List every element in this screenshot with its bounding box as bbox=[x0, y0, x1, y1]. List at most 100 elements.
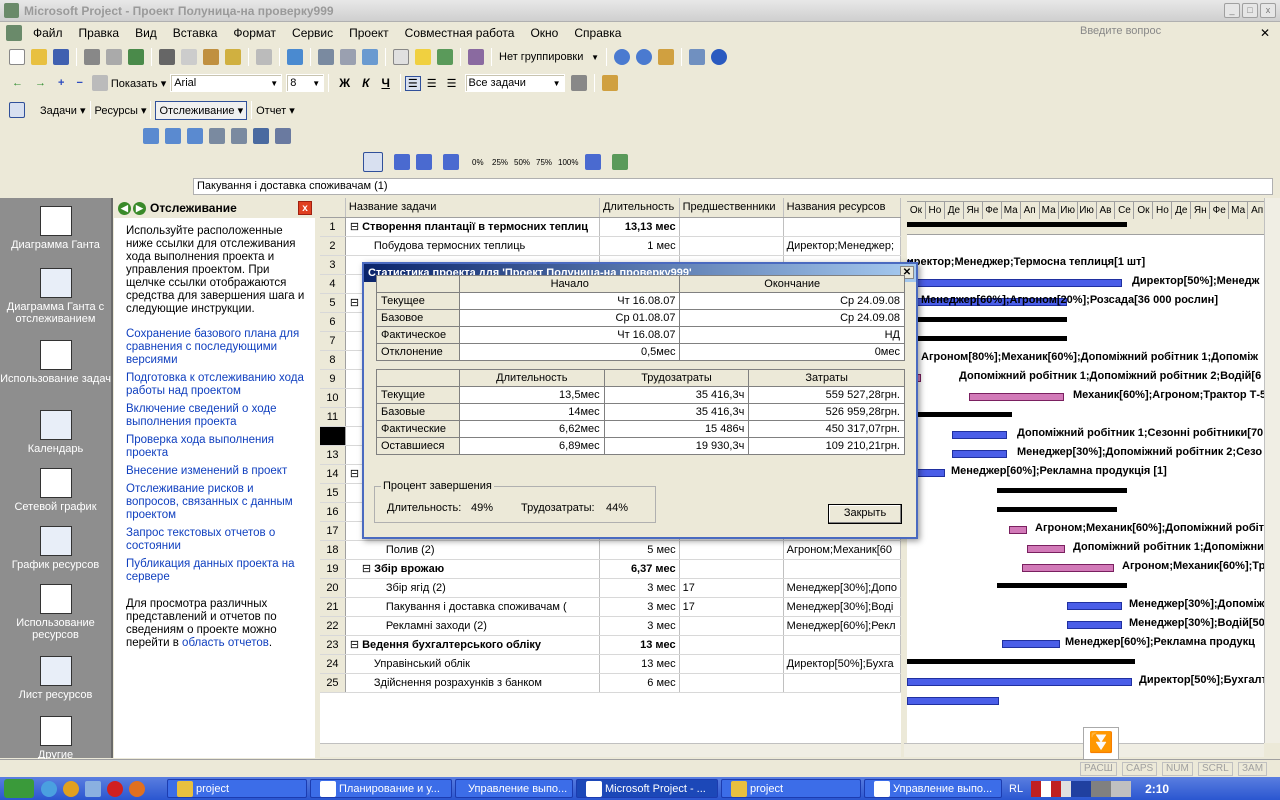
entry-field[interactable]: Пакування і доставка споживачам (1) bbox=[193, 178, 1273, 195]
row-number[interactable]: 13 bbox=[320, 445, 346, 465]
goto-task-icon[interactable] bbox=[658, 49, 674, 65]
tb-icon-e[interactable] bbox=[231, 128, 247, 144]
spell-icon[interactable] bbox=[128, 49, 144, 65]
progress-lines-icon[interactable] bbox=[443, 154, 459, 170]
task-name-cell[interactable]: Пакування і доставка споживачам ( bbox=[345, 597, 600, 617]
new-icon[interactable] bbox=[9, 49, 25, 65]
resources-menu[interactable]: Ресурсы ▾ bbox=[95, 104, 147, 117]
pane-link-7[interactable]: Публикация данных проекта на сервере bbox=[114, 558, 315, 584]
language-indicator[interactable]: RL bbox=[1009, 783, 1023, 795]
row-number[interactable]: 8 bbox=[320, 350, 346, 370]
gantt-bar[interactable] bbox=[1067, 602, 1122, 610]
task-name-cell[interactable]: Управінський облік bbox=[345, 654, 600, 674]
format-painter-icon[interactable] bbox=[225, 49, 241, 65]
predecessors-cell[interactable] bbox=[679, 635, 784, 655]
duration-cell[interactable]: 5 мес bbox=[599, 540, 680, 560]
row-number[interactable]: 11 bbox=[320, 407, 346, 427]
align-left-button[interactable]: ☰ bbox=[404, 75, 421, 91]
gantt-bar[interactable] bbox=[1022, 564, 1114, 572]
task-name-cell[interactable]: Здійснення розрахунків з банком bbox=[345, 673, 600, 693]
font-size-dropdown[interactable]: 8 ▼ bbox=[286, 74, 325, 92]
col-predecessors[interactable]: Предшественники bbox=[679, 198, 784, 218]
row-number[interactable]: 9 bbox=[320, 369, 346, 389]
tb-icon-b[interactable] bbox=[165, 128, 181, 144]
menu-item-0[interactable]: Файл bbox=[25, 26, 71, 40]
task-name-cell[interactable]: Рекламні заходи (2) bbox=[345, 616, 600, 636]
menu-item-2[interactable]: Вид bbox=[127, 26, 165, 40]
assign-resources-icon[interactable] bbox=[437, 49, 453, 65]
quicklaunch-ie-icon[interactable] bbox=[41, 780, 57, 797]
predecessors-cell[interactable] bbox=[679, 559, 784, 579]
resources-cell[interactable]: Директор[50%];Бухга bbox=[783, 654, 901, 674]
scroll-to-task-icon[interactable]: ⏬ bbox=[1083, 727, 1119, 761]
arrow-right-icon[interactable]: → bbox=[35, 77, 46, 89]
table-row[interactable]: 19 ⊟ Збір врожаю 6,37 мес bbox=[320, 559, 901, 579]
cut-icon[interactable] bbox=[159, 49, 175, 65]
pane-link-0[interactable]: Сохранение базового плана для сравнения … bbox=[114, 328, 315, 367]
grid-hscroll[interactable] bbox=[320, 743, 901, 757]
table-row[interactable]: 25 Здійснення розрахунків з банком 6 мес bbox=[320, 673, 901, 693]
link-tasks-icon[interactable] bbox=[318, 49, 334, 65]
close-dialog-button[interactable]: Закрыть bbox=[828, 504, 902, 524]
report-menu[interactable]: Отчет ▾ bbox=[256, 104, 295, 117]
gantt-bar[interactable] bbox=[952, 450, 1007, 458]
row-number[interactable]: 15 bbox=[320, 483, 346, 503]
project-stats-icon[interactable] bbox=[363, 152, 383, 172]
duration-cell[interactable]: 13 мес bbox=[599, 654, 680, 674]
predecessors-cell[interactable]: 17 bbox=[679, 578, 784, 598]
resources-cell[interactable]: Менеджер[30%];Воді bbox=[783, 597, 901, 617]
pane-close-icon[interactable]: x bbox=[298, 201, 312, 215]
task-name-cell[interactable]: Полив (2) bbox=[345, 540, 600, 560]
col-name[interactable]: Название задачи bbox=[345, 198, 600, 218]
undo-icon[interactable] bbox=[256, 49, 272, 65]
menu-item-5[interactable]: Сервис bbox=[284, 26, 341, 40]
gantt-bar[interactable] bbox=[907, 279, 1122, 287]
view-0[interactable]: Диаграмма Ганта bbox=[0, 206, 111, 251]
collapse-toggle-icon[interactable]: ⊟ bbox=[362, 563, 371, 575]
update-tasks-icon[interactable] bbox=[585, 154, 601, 170]
forward-icon[interactable]: ▶ bbox=[133, 201, 146, 215]
pane-link-3[interactable]: Проверка хода выполнения проекта bbox=[114, 434, 315, 460]
pane-link-1[interactable]: Подготовка к отслеживанию хода работы на… bbox=[114, 372, 315, 398]
row-number[interactable]: 16 bbox=[320, 502, 346, 522]
zoom-out-icon[interactable] bbox=[636, 49, 652, 65]
taskbar-button[interactable]: project bbox=[167, 779, 307, 798]
row-number[interactable]: 3 bbox=[320, 255, 346, 275]
autofilter-icon[interactable] bbox=[570, 75, 587, 91]
taskbar-button[interactable]: Управление выпо... bbox=[455, 779, 573, 798]
duration-cell[interactable]: 6 мес bbox=[599, 673, 680, 693]
tb-icon-f[interactable] bbox=[253, 128, 269, 144]
show-guide-icon[interactable] bbox=[9, 102, 25, 118]
row-number[interactable]: 6 bbox=[320, 312, 346, 332]
resources-cell[interactable]: Агроном;Механик[60 bbox=[783, 540, 901, 560]
gantt-bar[interactable] bbox=[907, 412, 1012, 417]
col-duration[interactable]: Длительность bbox=[599, 198, 680, 218]
collapse-toggle-icon[interactable]: ⊟ bbox=[350, 221, 359, 233]
predecessors-cell[interactable] bbox=[679, 616, 784, 636]
menu-item-6[interactable]: Проект bbox=[341, 26, 397, 40]
close-doc-icon[interactable]: ✕ bbox=[1260, 26, 1270, 40]
predecessors-cell[interactable] bbox=[679, 217, 784, 237]
row-number[interactable]: 23 bbox=[320, 635, 346, 655]
row-number[interactable]: 12 bbox=[320, 426, 346, 446]
collapse-toggle-icon[interactable]: ⊟ bbox=[350, 297, 359, 309]
arrow-left-icon[interactable]: ← bbox=[12, 77, 23, 89]
unlink-tasks-icon[interactable] bbox=[340, 49, 356, 65]
menu-item-1[interactable]: Правка bbox=[71, 26, 128, 40]
show-dropdown[interactable]: Показать ▾ bbox=[111, 77, 166, 90]
quicklaunch-desktop-icon[interactable] bbox=[85, 780, 101, 797]
save-icon[interactable] bbox=[53, 49, 69, 65]
predecessors-cell[interactable] bbox=[679, 236, 784, 256]
reports-link[interactable]: область отчетов bbox=[182, 637, 269, 649]
duration-cell[interactable]: 3 мес bbox=[599, 597, 680, 617]
gantt-vscroll[interactable] bbox=[1264, 198, 1280, 743]
close-button[interactable]: x bbox=[1260, 3, 1276, 18]
maximize-button[interactable]: □ bbox=[1242, 3, 1258, 18]
gantt-bar[interactable] bbox=[1009, 526, 1027, 534]
task-name-cell[interactable]: ⊟ Створення плантації в термосних теплиц bbox=[345, 217, 600, 237]
row-number[interactable]: 10 bbox=[320, 388, 346, 408]
view-2[interactable]: Использование задач bbox=[0, 340, 111, 385]
view-5[interactable]: График ресурсов bbox=[0, 526, 111, 571]
menu-item-3[interactable]: Вставка bbox=[165, 26, 226, 40]
row-number[interactable]: 7 bbox=[320, 331, 346, 351]
